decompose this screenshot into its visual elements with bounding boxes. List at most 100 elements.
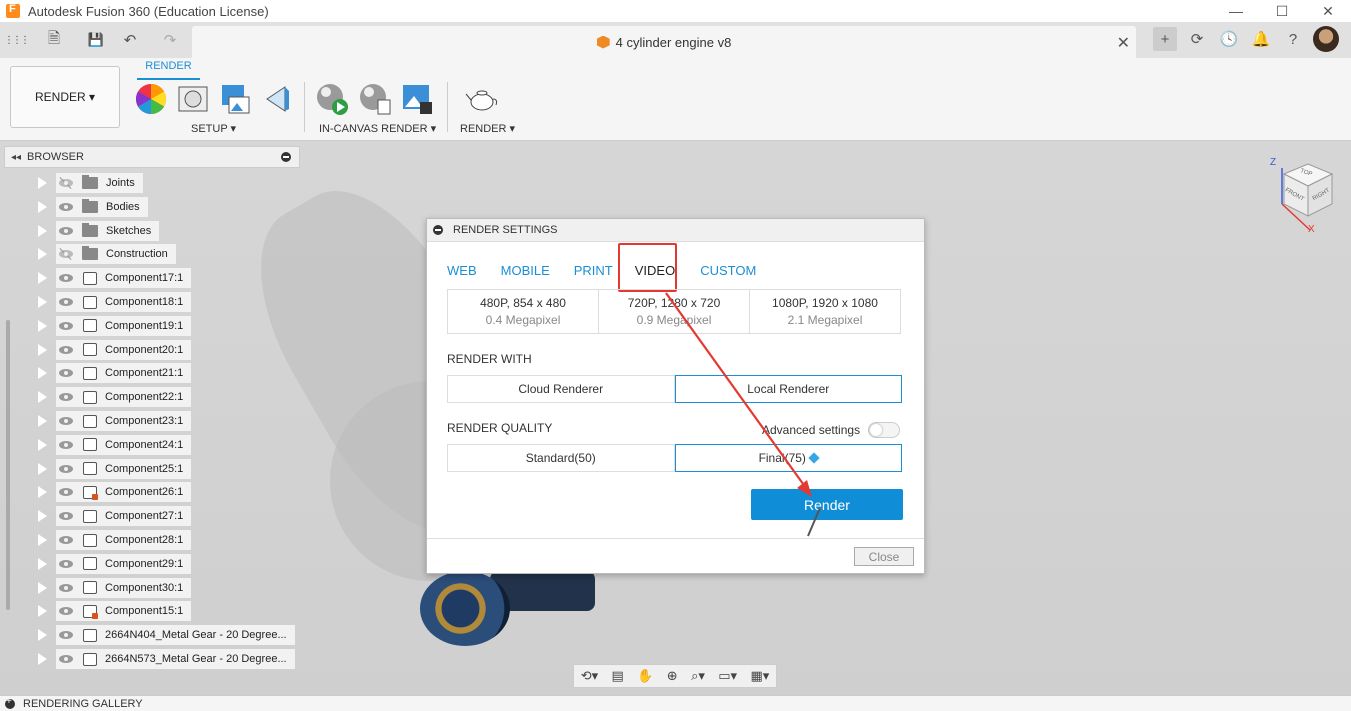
browser-tree-row[interactable]: Component28:1: [4, 529, 192, 551]
tab-print[interactable]: PRINT: [574, 263, 613, 283]
browser-node[interactable]: Component21:1: [56, 363, 192, 384]
in-canvas-render-settings-icon[interactable]: [358, 82, 392, 116]
render-group-label[interactable]: RENDER ▾: [460, 122, 515, 135]
browser-node[interactable]: Component28:1: [56, 530, 192, 550]
visibility-eye-icon[interactable]: [56, 411, 76, 431]
close-tab-icon[interactable]: ✕: [1117, 33, 1130, 53]
browser-tree-row[interactable]: Component22:1: [4, 386, 192, 408]
browser-tree-row[interactable]: Component20:1: [4, 339, 192, 361]
visibility-eye-icon[interactable]: [56, 601, 76, 621]
browser-node[interactable]: Component26:1: [56, 482, 192, 503]
final-quality-option[interactable]: Final(75): [674, 444, 902, 472]
extensions-icon[interactable]: ⟳: [1185, 27, 1209, 51]
advanced-settings-toggle[interactable]: [868, 422, 901, 438]
data-panel-grid-icon[interactable]: ⋮⋮⋮: [4, 28, 30, 52]
visibility-eye-icon[interactable]: [56, 554, 76, 574]
expand-triangle-icon[interactable]: [37, 199, 48, 214]
undo-icon[interactable]: ↶: [118, 28, 142, 52]
browser-node[interactable]: Component25:1: [56, 458, 192, 479]
visibility-eye-icon[interactable]: [56, 268, 76, 288]
browser-tree-row[interactable]: Component26:1: [4, 481, 192, 503]
browser-tree-row[interactable]: Component18:1: [4, 291, 192, 313]
visibility-eye-icon[interactable]: [56, 387, 76, 407]
browser-node[interactable]: Component30:1: [56, 577, 192, 598]
new-tab-plus-icon[interactable]: +: [1153, 27, 1177, 51]
in-canvas-render-group-label[interactable]: IN-CANVAS RENDER ▾: [319, 122, 436, 135]
tab-custom[interactable]: CUSTOM: [700, 263, 756, 283]
expand-triangle-icon[interactable]: [37, 390, 48, 405]
job-status-clock-icon[interactable]: 🕓: [1217, 27, 1241, 51]
expand-triangle-icon[interactable]: [37, 223, 48, 238]
browser-tree-row[interactable]: Component17:1: [4, 267, 192, 289]
decal-icon[interactable]: [260, 82, 294, 116]
appearance-color-wheel-icon[interactable]: [134, 82, 168, 116]
browser-node[interactable]: 2664N573_Metal Gear - 20 Degree...: [56, 649, 295, 669]
expand-triangle-icon[interactable]: [37, 533, 48, 547]
visibility-eye-icon[interactable]: [56, 578, 76, 598]
notifications-bell-icon[interactable]: 🔔: [1249, 27, 1273, 51]
visibility-eye-icon[interactable]: [56, 506, 76, 526]
browser-node[interactable]: Joints: [56, 173, 143, 193]
visibility-eye-icon[interactable]: [56, 435, 76, 455]
visibility-eye-icon[interactable]: [56, 482, 76, 502]
zoom-icon[interactable]: ⊕: [667, 668, 678, 684]
workspace-switcher-button[interactable]: RENDER ▾: [10, 66, 120, 128]
tab-mobile[interactable]: MOBILE: [501, 263, 550, 283]
browser-node[interactable]: Component17:1: [56, 268, 192, 289]
browser-minimize-icon[interactable]: [281, 152, 291, 162]
browser-node[interactable]: Bodies: [56, 196, 148, 217]
browser-header[interactable]: ◂◂ BROWSER: [4, 146, 300, 168]
close-button[interactable]: Close: [854, 547, 914, 566]
visibility-eye-icon[interactable]: [56, 292, 76, 312]
scene-settings-icon[interactable]: [176, 82, 210, 116]
orbit-icon[interactable]: ⟲▾: [581, 668, 598, 684]
browser-tree-row[interactable]: Construction: [4, 243, 176, 265]
expand-triangle-icon[interactable]: [37, 295, 48, 309]
file-menu-icon[interactable]: 🗎: [42, 28, 66, 52]
setup-group-label[interactable]: SETUP ▾: [191, 122, 236, 135]
visibility-eye-icon[interactable]: [56, 316, 76, 336]
browser-tree-row[interactable]: Component23:1: [4, 410, 192, 432]
save-icon[interactable]: 💾: [84, 28, 108, 52]
browser-tree-row[interactable]: Component30:1: [4, 577, 192, 599]
expand-gallery-icon[interactable]: [5, 696, 15, 709]
hidden-eye-icon[interactable]: [56, 173, 76, 193]
browser-tree-row[interactable]: Joints: [4, 172, 143, 194]
expand-triangle-icon[interactable]: [37, 580, 48, 595]
minimize-button[interactable]: —: [1213, 0, 1259, 22]
pan-hand-icon[interactable]: ✋: [637, 668, 653, 684]
expand-triangle-icon[interactable]: [37, 247, 48, 262]
visibility-eye-icon[interactable]: [56, 625, 76, 645]
maximize-button[interactable]: ☐: [1259, 0, 1305, 22]
visibility-eye-icon[interactable]: [56, 459, 76, 479]
browser-tree-row[interactable]: Component29:1: [4, 553, 192, 575]
expand-triangle-icon[interactable]: [37, 509, 48, 524]
browser-tree-row[interactable]: 2664N573_Metal Gear - 20 Degree...: [4, 648, 295, 670]
browser-node[interactable]: Component20:1: [56, 339, 192, 360]
browser-tree-row[interactable]: Component21:1: [4, 362, 192, 384]
browser-node[interactable]: Sketches: [56, 220, 160, 241]
expand-triangle-icon[interactable]: [37, 485, 48, 500]
browser-node[interactable]: 2664N404_Metal Gear - 20 Degree...: [56, 625, 295, 646]
visibility-eye-icon[interactable]: [56, 221, 76, 241]
browser-node[interactable]: Construction: [56, 244, 176, 265]
render-teapot-icon[interactable]: [465, 82, 499, 116]
browser-tree-row[interactable]: Component27:1: [4, 505, 192, 527]
in-canvas-render-play-icon[interactable]: [315, 82, 349, 116]
expand-triangle-icon[interactable]: [37, 437, 48, 452]
browser-node[interactable]: Component24:1: [56, 434, 192, 455]
display-settings-icon[interactable]: ▭▾: [718, 668, 737, 684]
dialog-collapse-icon[interactable]: [433, 225, 443, 235]
browser-tree-row[interactable]: 2664N404_Metal Gear - 20 Degree...: [4, 624, 295, 646]
help-icon[interactable]: ?: [1281, 27, 1305, 51]
capture-image-icon[interactable]: [400, 82, 434, 116]
tab-render[interactable]: RENDER: [137, 60, 200, 80]
visibility-eye-icon[interactable]: [56, 363, 76, 383]
browser-node[interactable]: Component27:1: [56, 506, 192, 527]
visibility-eye-icon[interactable]: [56, 340, 76, 360]
visibility-eye-icon[interactable]: [56, 649, 76, 669]
expand-triangle-icon[interactable]: [37, 652, 48, 666]
browser-tree-row[interactable]: Component24:1: [4, 434, 192, 456]
dialog-header[interactable]: RENDER SETTINGS: [427, 219, 924, 242]
view-cube[interactable]: Z X TOP FRONT RIGHT: [1270, 157, 1334, 235]
